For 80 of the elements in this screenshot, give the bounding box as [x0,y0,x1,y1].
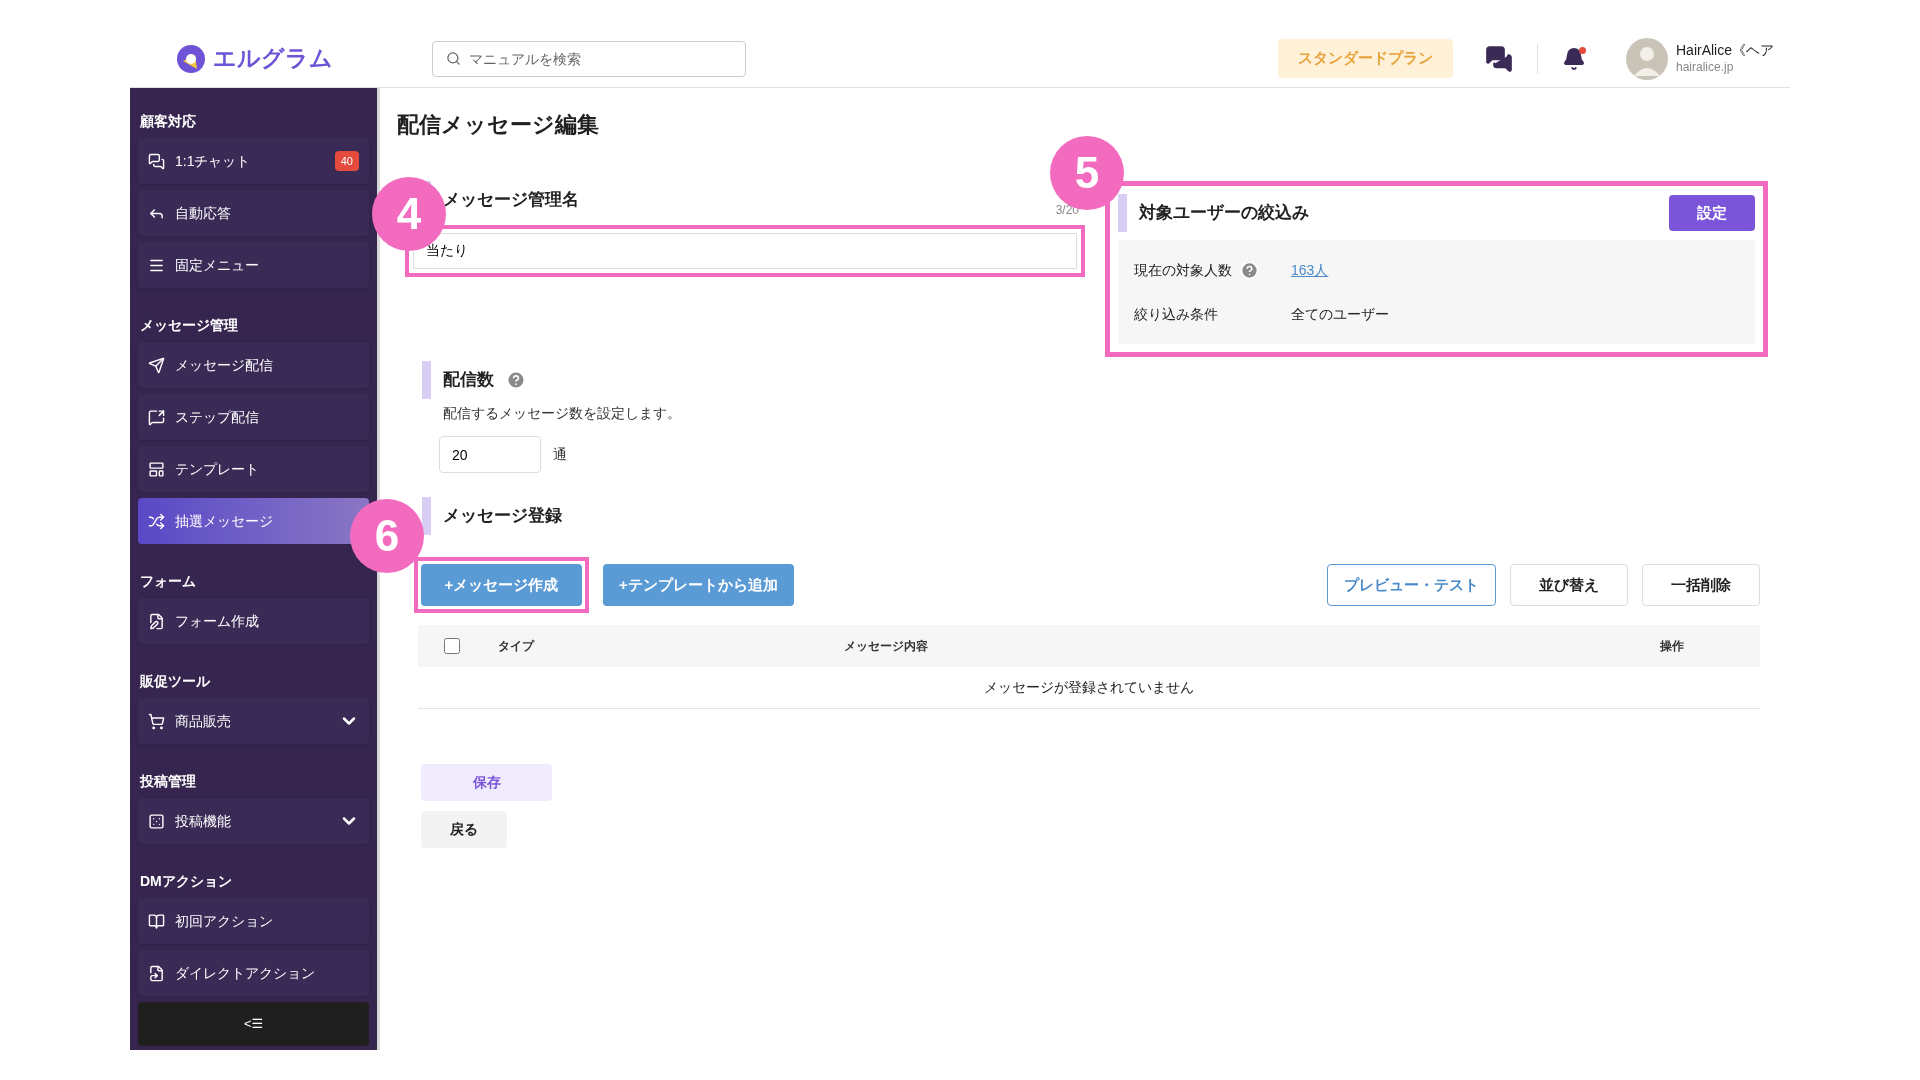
paper-plane-icon [148,356,165,374]
section-heading: メッセージ登録 [443,505,562,528]
sidebar-item-label: 1:1チャット [175,151,252,171]
sidebar-item-label: 自動応答 [175,203,232,223]
sidebar-item-label: 抽選メッセージ [175,511,274,531]
logo-icon [175,42,207,75]
page-title: 配信メッセージ編集 [397,112,599,137]
sidebar-item-label: ステップ配信 [175,407,260,427]
info-label: 絞り込み条件 [1134,304,1218,324]
chat-bubbles-icon [148,152,165,170]
section-heading: メッセージ管理名 [443,189,579,212]
message-arrow-icon [148,408,165,426]
settings-button[interactable]: 設定 [1669,195,1755,231]
column-header: タイプ [498,638,536,655]
bell-icon[interactable] [1562,46,1586,71]
sidebar-item[interactable]: テンプレート [138,446,369,492]
back-button[interactable]: 戻る [421,811,507,848]
sidebar-item-label: 商品販売 [175,711,232,731]
sidebar-item-label: 固定メニュー [175,255,260,275]
heading-accent-bar [1118,194,1127,232]
sidebar-item[interactable]: ステップ配信 [138,394,369,440]
sidebar-section-title: 顧客対応 [139,111,197,131]
sidebar-item-label: フォーム作成 [175,611,260,631]
book-icon [148,912,165,930]
save-button[interactable]: 保存 [421,764,552,801]
dice-icon [148,812,165,830]
sidebar-item-label: テンプレート [175,459,260,479]
sidebar-item[interactable]: メッセージ配信 [138,342,369,388]
shuffle-icon [148,512,165,530]
sidebar-section-title: 販促ツール [139,671,211,691]
cart-icon [148,712,165,730]
chat-bubbles-icon[interactable] [1485,44,1513,73]
sidebar-item[interactable]: 商品販売 [138,698,369,744]
search-icon [446,50,461,66]
info-value: 全てのユーザー [1291,304,1389,324]
sidebar-section-title: DMアクション [139,871,233,891]
plan-badge: スタンダードプラン [1278,39,1453,78]
count-input-field[interactable]: 20 [439,436,541,473]
sidebar-item[interactable]: 抽選メッセージ [138,498,369,544]
empty-table-message: メッセージが登録されていません [984,678,1194,697]
sidebar-item[interactable]: 固定メニュー [138,242,369,288]
sidebar-item[interactable]: 1:1チャット 40 [138,138,369,184]
sidebar-section-title: フォーム [139,571,197,591]
user-name: HairAlice《ヘア [1676,42,1774,60]
name-input-field[interactable]: 当たり [413,233,1077,269]
count-badge: 40 [334,150,359,172]
heading-accent-bar [422,361,431,399]
sidebar-item[interactable]: ダイレクトアクション [138,950,369,996]
heading-accent-bar [422,497,431,535]
template-icon [148,460,165,478]
column-header: メッセージ内容 [844,638,929,655]
select-all-checkbox[interactable] [444,638,460,654]
sidebar-item-label: 初回アクション [175,911,274,931]
help-icon[interactable] [506,370,526,390]
sidebar-item-label: 投稿機能 [175,811,232,831]
info-label: 現在の対象人数 [1134,260,1232,280]
section-heading: 対象ユーザーの絞込み [1139,202,1309,225]
sidebar-item-label: メッセージ配信 [175,355,274,375]
search-field[interactable]: マニュアルを検索 [432,40,746,77]
file-arrow-icon [148,964,165,982]
action-button[interactable]: 一括削除 [1642,564,1760,606]
section-heading: 配信数 [443,369,494,392]
sidebar-item[interactable]: 初回アクション [138,898,369,944]
sidebar-section-title: メッセージ管理 [139,315,239,335]
sidebar-section-title: 投稿管理 [138,771,197,791]
sidebar-item[interactable]: 投稿機能 [138,798,369,844]
sidebar-item[interactable]: 自動応答 [138,190,369,236]
description-text: 配信するメッセージ数を設定します。 [443,404,682,423]
user-count-link[interactable]: 163人 [1291,259,1329,281]
form-edit-icon [148,612,165,630]
collapse-sidebar-button[interactable]: <☰ [138,1002,369,1046]
help-icon[interactable] [1240,260,1259,280]
column-header: 操作 [1660,638,1685,655]
sidebar-item[interactable]: フォーム作成 [138,598,369,644]
action-button[interactable]: 並び替え [1510,564,1628,606]
logo-text: エルグラム [213,44,333,74]
sidebar-item-label: ダイレクトアクション [175,963,316,983]
user-domain: hairalice.jp [1676,59,1735,75]
action-button[interactable]: プレビュー・テスト [1327,564,1496,606]
unit-label: 通 [553,445,567,464]
